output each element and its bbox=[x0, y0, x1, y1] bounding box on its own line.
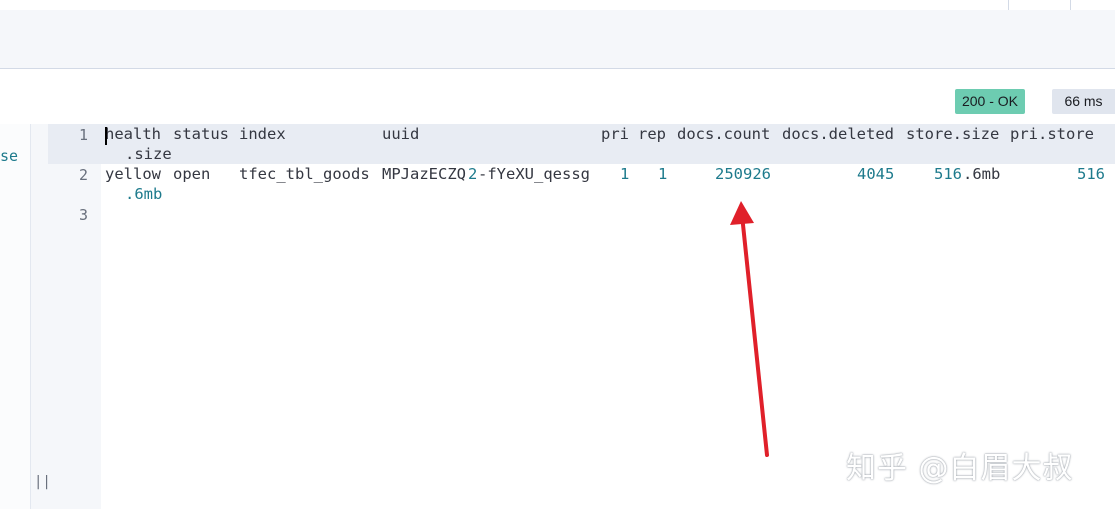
response-status-bar bbox=[0, 69, 1115, 124]
header-uuid: uuid bbox=[382, 125, 420, 143]
header-status: status bbox=[173, 125, 229, 143]
row-status: open bbox=[173, 165, 211, 183]
row-uuid-part: -fYeXU_qessg bbox=[478, 165, 590, 183]
top-bar-divider bbox=[1070, 0, 1071, 10]
header-health: health bbox=[105, 125, 161, 143]
status-badge: 200 - OK bbox=[955, 89, 1025, 114]
row-docs-deleted: 4045 bbox=[857, 165, 895, 183]
row-pri: 1 bbox=[620, 165, 630, 183]
text-cursor bbox=[105, 127, 107, 145]
header-pri: pri bbox=[601, 125, 629, 143]
watermark: 知乎 @白眉大叔 bbox=[846, 451, 1074, 486]
row-uuid-part: MPJazECZQ bbox=[382, 165, 466, 183]
row-store-size-number: 516 bbox=[934, 165, 962, 183]
header-store-size: store.size bbox=[906, 125, 1000, 143]
header-pri-store-wrap: .size bbox=[125, 145, 172, 163]
row-pri-store: 516 bbox=[1077, 165, 1105, 183]
line-number: 1 bbox=[78, 126, 88, 144]
row-health: yellow bbox=[105, 165, 161, 183]
header-rep: rep bbox=[638, 125, 666, 143]
row-pri-store-wrap: .6mb bbox=[125, 185, 163, 203]
top-bar-divider bbox=[1008, 0, 1009, 10]
header-docs-deleted: docs.deleted bbox=[782, 125, 894, 143]
row-uuid-digit: 2 bbox=[468, 165, 478, 183]
request-editor-text: se bbox=[0, 147, 19, 165]
row-index: tfec_tbl_goods bbox=[239, 165, 370, 183]
row-docs-count: 250926 bbox=[715, 165, 771, 183]
header-pri-store: pri.store bbox=[1010, 125, 1094, 143]
row-rep: 1 bbox=[658, 165, 668, 183]
panel-resizer[interactable] bbox=[30, 124, 49, 509]
request-editor-panel[interactable] bbox=[0, 124, 30, 509]
row-store-size-unit: .6mb bbox=[963, 165, 1001, 183]
toolbar bbox=[0, 10, 1115, 69]
line-number: 2 bbox=[78, 166, 88, 184]
line-number: 3 bbox=[78, 206, 88, 224]
request-time-badge: 66 ms bbox=[1052, 89, 1115, 114]
header-index: index bbox=[239, 125, 286, 143]
arrow-annotation bbox=[730, 201, 769, 457]
header-docs-count: docs.count bbox=[677, 125, 771, 143]
